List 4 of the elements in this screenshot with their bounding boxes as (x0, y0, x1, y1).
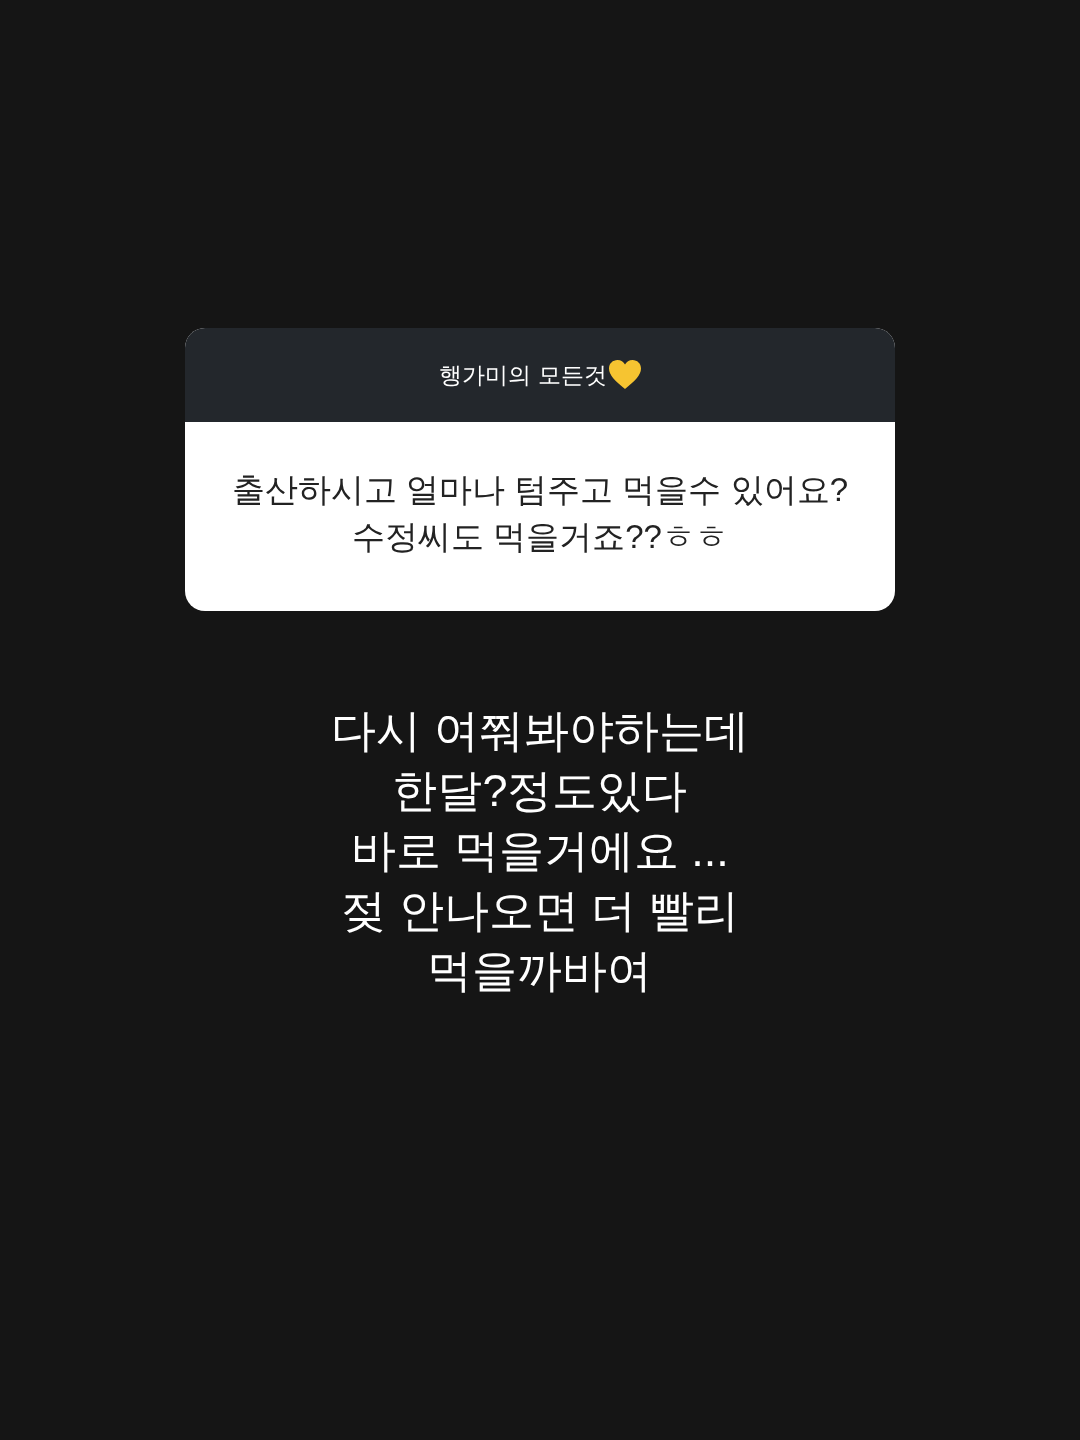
heart-icon (608, 360, 641, 390)
question-text: 출산하시고 얼마나 텀주고 먹을수 있어요? 수정씨도 먹을거죠??ㅎㅎ (232, 469, 848, 557)
answer-text: 다시 여쭤봐야하는데 한달?정도있다 바로 먹을거에요 ... 젖 안나오면 더 빨리 먹을까바여 (331, 704, 749, 998)
sticker-title: 행가미의 모든것 (439, 363, 607, 387)
